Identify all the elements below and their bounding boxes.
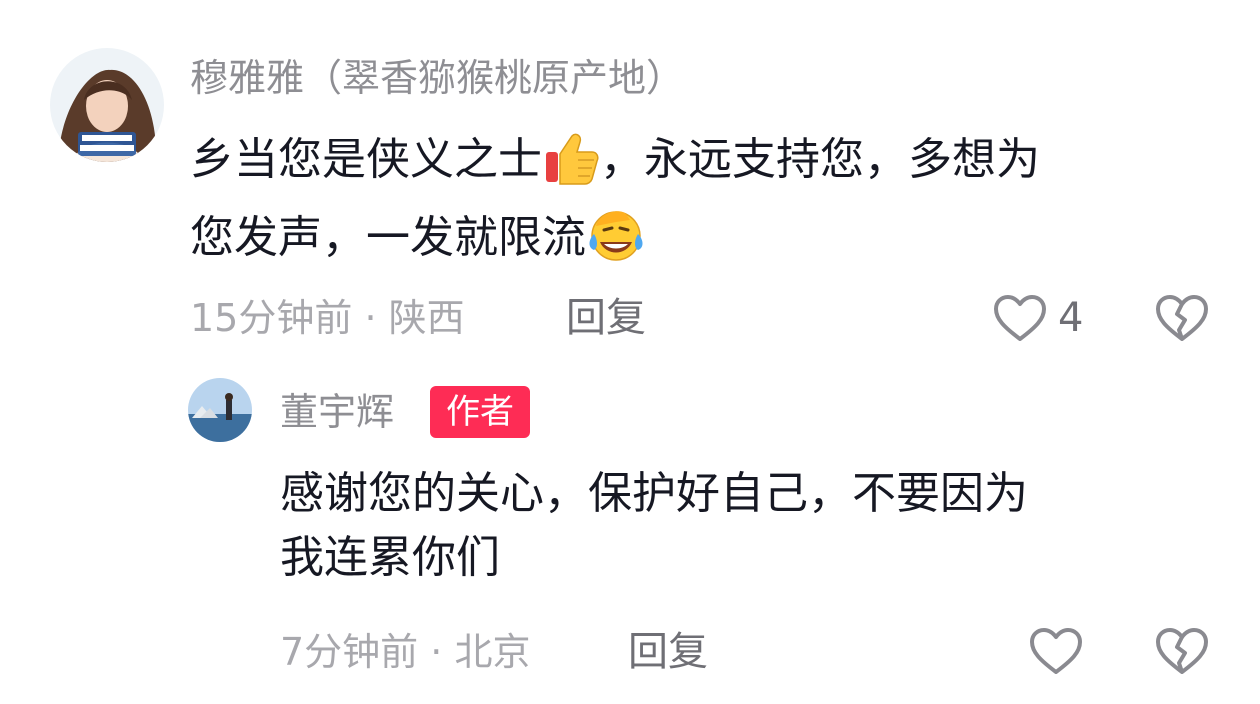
avatar[interactable] xyxy=(50,48,164,162)
comment-username[interactable]: 穆雅雅（翠香猕猴桃原产地） xyxy=(190,52,684,104)
meta-separator: · xyxy=(364,296,377,340)
laughing-crying-icon xyxy=(586,204,646,282)
comment-text-part1: 乡当您是侠义之士 xyxy=(190,134,542,185)
reply-meta: 7分钟前 · 北京 xyxy=(280,626,530,678)
reply-time: 7分钟前 xyxy=(280,630,419,674)
reply-button[interactable]: 回复 xyxy=(566,292,646,344)
dislike-icon[interactable] xyxy=(1154,293,1210,343)
comment-text-line2: 您发声，一发就限流 xyxy=(190,212,586,263)
reply-text-line2: 我连累你们 xyxy=(280,532,500,583)
dislike-icon[interactable] xyxy=(1154,626,1210,676)
like-count: 4 xyxy=(1058,295,1084,341)
comment-location: 陕西 xyxy=(388,296,465,340)
reply-text-line1: 感谢您的关心，保护好自己，不要因为 xyxy=(280,468,1028,519)
reply-text: 感谢您的关心，保护好自己，不要因为 我连累你们 xyxy=(280,462,1220,590)
heart-icon[interactable] xyxy=(1028,626,1084,676)
heart-icon[interactable] xyxy=(992,293,1048,343)
reply-location: 北京 xyxy=(454,630,531,674)
author-badge: 作者 xyxy=(430,386,530,438)
reply-username[interactable]: 董宇辉 xyxy=(280,386,394,438)
reply-avatar[interactable] xyxy=(188,378,252,442)
comment-time: 15分钟前 xyxy=(190,296,353,340)
meta-separator: · xyxy=(430,630,443,674)
comment-meta: 15分钟前 · 陕西 xyxy=(190,292,465,344)
reply-reply-button[interactable]: 回复 xyxy=(628,626,708,678)
comment-text: 乡当您是侠义之士 ，永远支持您，多想为 您发声，一发就限流 xyxy=(190,128,1210,282)
comment-text-part2: ，永远支持您，多想为 xyxy=(600,134,1040,185)
thumbs-up-icon xyxy=(542,128,600,204)
